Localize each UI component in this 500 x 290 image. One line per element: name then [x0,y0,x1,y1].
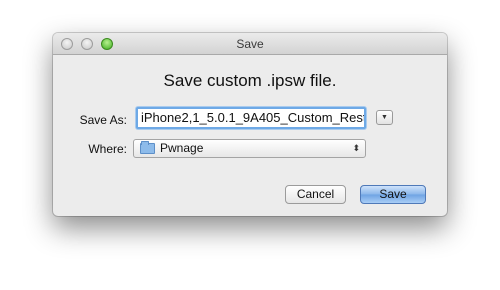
folder-icon [140,141,155,154]
updown-arrows-icon: ⬍ [352,143,360,153]
expand-dialog-button[interactable]: ▼ [376,110,393,125]
save-as-label: Save As: [79,113,127,127]
dialog-heading: Save custom .ipsw file. [163,71,337,90]
where-popup-value: Pwnage [160,141,204,155]
save-button[interactable]: Save [360,185,426,204]
triangle-down-icon: ▼ [381,114,388,121]
window-title: Save [236,37,264,51]
where-popup-button[interactable]: Pwnage ⬍ [133,139,366,158]
cancel-button[interactable]: Cancel [285,185,346,204]
filename-input[interactable]: iPhone2,1_5.0.1_9A405_Custom_Restc [136,107,366,129]
title-bar[interactable]: Save [53,33,447,55]
save-dialog-window: Save Save custom .ipsw file. Save As: iP… [53,33,447,216]
where-label: Where: [88,142,127,156]
